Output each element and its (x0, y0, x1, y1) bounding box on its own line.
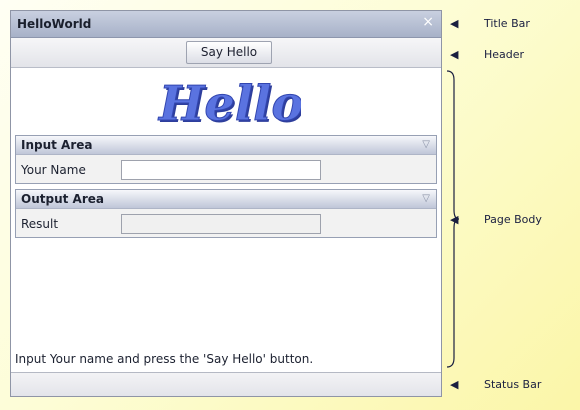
callout-label: Header (484, 48, 525, 61)
svg-text:Hello: Hello (157, 76, 301, 132)
output-area-panel: Output Area ▽ Result (15, 189, 437, 238)
window-title: HelloWorld (17, 17, 92, 31)
arrow-left-icon: ◀ (450, 17, 459, 30)
your-name-input[interactable] (121, 160, 321, 180)
status-bar (11, 372, 441, 396)
your-name-label: Your Name (21, 163, 86, 177)
page-body-brace (446, 70, 460, 368)
title-bar: HelloWorld × (11, 11, 441, 38)
callout-label: Page Body (484, 213, 542, 226)
arrow-left-icon: ◀ (450, 48, 459, 61)
arrow-left-icon: ◀ (450, 378, 459, 391)
output-area-header[interactable]: Output Area ▽ (16, 190, 436, 209)
callout-status-bar: ◀ Status Bar (450, 378, 541, 391)
callout-label: Status Bar (484, 378, 542, 391)
callout-header: ◀ Header (450, 48, 524, 61)
page-body: Hello Hello Input Area ▽ Your Name Outpu… (11, 68, 441, 371)
header-bar: Say Hello (11, 38, 441, 68)
instruction-text: Input Your name and press the 'Say Hello… (15, 352, 314, 366)
output-area-title: Output Area (21, 192, 104, 206)
callout-title-bar: ◀ Title Bar (450, 17, 530, 30)
callout-page-body: ◀ Page Body (450, 213, 542, 226)
hello-logo: Hello Hello (157, 76, 302, 133)
close-icon[interactable]: × (422, 14, 434, 30)
input-area-header[interactable]: Input Area ▽ (16, 136, 436, 155)
collapse-arrow-icon[interactable]: ▽ (422, 139, 430, 150)
say-hello-button[interactable]: Say Hello (186, 41, 272, 64)
callout-label: Title Bar (484, 17, 530, 30)
result-label: Result (21, 217, 59, 231)
app-window: HelloWorld × Say Hello Hello Hello Input… (10, 10, 442, 397)
collapse-arrow-icon[interactable]: ▽ (422, 193, 430, 204)
input-area-panel: Input Area ▽ Your Name (15, 135, 437, 184)
result-field (121, 214, 321, 234)
input-area-title: Input Area (21, 138, 93, 152)
